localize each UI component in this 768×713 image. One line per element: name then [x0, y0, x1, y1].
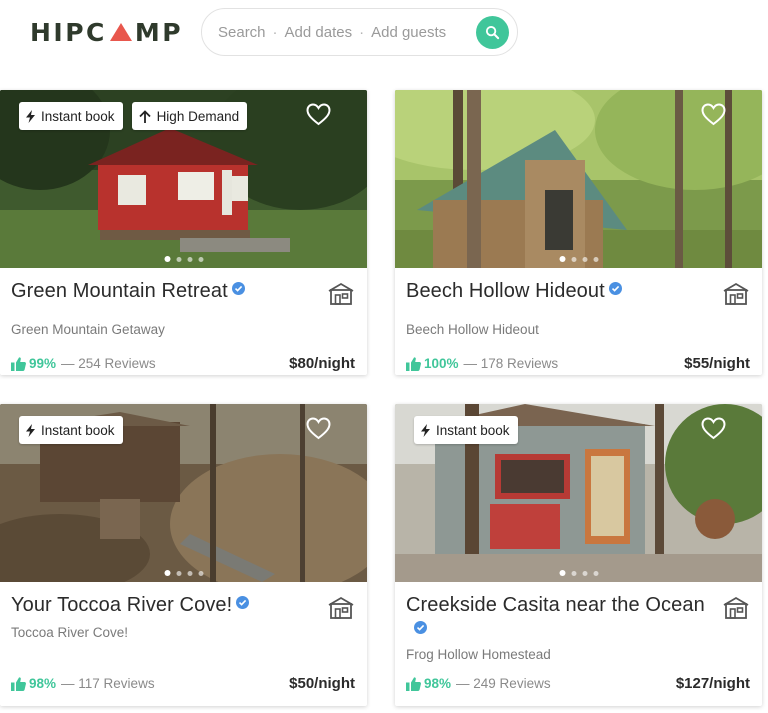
- badge-row: Instant book High Demand: [19, 102, 248, 130]
- rating-percent: 98%: [424, 676, 452, 691]
- listing-card[interactable]: Instant book Creekside Casita near the O…: [395, 404, 762, 706]
- price-per-night: $50/night: [289, 675, 355, 692]
- heart-icon[interactable]: [701, 417, 726, 440]
- separator-dot: ·: [359, 23, 365, 41]
- thumbs-up-icon: [11, 676, 26, 691]
- listing-title[interactable]: Creekside Casita near the Ocean: [406, 594, 705, 617]
- cabin-type-icon: [723, 596, 749, 619]
- logo-text-left: HIPC: [30, 18, 107, 47]
- search-button[interactable]: [476, 16, 509, 49]
- instant-book-badge: Instant book: [19, 102, 123, 130]
- review-count[interactable]: — 249 Reviews: [456, 676, 551, 691]
- listing-subtitle: Frog Hollow Homestead: [406, 647, 551, 662]
- header: HIPC MP Search · Add dates · Add guests: [0, 0, 768, 66]
- badge-label: Instant book: [436, 422, 510, 438]
- rating-percent: 99%: [29, 356, 57, 371]
- search-icon: [485, 25, 500, 40]
- search-bar[interactable]: Search · Add dates · Add guests: [201, 8, 518, 56]
- badge-label: Instant book: [41, 422, 115, 438]
- logo-text-right: MP: [134, 18, 184, 47]
- search-field-label[interactable]: Search: [218, 24, 266, 41]
- listing-card[interactable]: Instant book High Demand Green Mountain …: [0, 90, 367, 375]
- rating-row: 99% — 254 Reviews: [11, 356, 156, 371]
- rating-row: 98% — 249 Reviews: [406, 676, 551, 691]
- listing-subtitle: Green Mountain Getaway: [11, 322, 165, 337]
- listing-title[interactable]: Your Toccoa River Cove!: [11, 594, 250, 617]
- verified-icon: [236, 596, 250, 609]
- lightning-icon: [26, 423, 35, 437]
- thumbs-up-icon: [406, 676, 421, 691]
- add-dates-field[interactable]: Add dates: [285, 24, 353, 41]
- listing-photo[interactable]: Instant book: [0, 404, 367, 582]
- thumbs-up-icon: [406, 356, 421, 371]
- badge-label: Instant book: [41, 108, 115, 124]
- price-per-night: $55/night: [684, 355, 750, 372]
- cabin-type-icon: [328, 282, 354, 305]
- badge-row: Instant book: [414, 416, 518, 444]
- carousel-dots: [164, 256, 203, 262]
- listing-card[interactable]: Instant book Your Toccoa River Cove! Toc…: [0, 404, 367, 706]
- logo-triangle-icon: [109, 22, 132, 41]
- verified-icon: [414, 621, 427, 634]
- listing-subtitle: Beech Hollow Hideout: [406, 322, 539, 337]
- price-per-night: $127/night: [675, 675, 750, 692]
- thumbs-up-icon: [11, 356, 26, 371]
- heart-icon[interactable]: [306, 103, 331, 126]
- lightning-icon: [421, 423, 430, 437]
- review-count[interactable]: — 254 Reviews: [61, 356, 156, 371]
- listing-photo[interactable]: Instant book High Demand: [0, 90, 367, 268]
- cabin-type-icon: [328, 596, 354, 619]
- heart-icon[interactable]: [701, 103, 726, 126]
- verified-icon: [231, 282, 245, 295]
- add-guests-field[interactable]: Add guests: [371, 24, 446, 41]
- separator-dot: ·: [272, 23, 278, 41]
- carousel-dots: [559, 256, 598, 262]
- high-demand-badge: High Demand: [131, 102, 248, 130]
- listing-title[interactable]: Beech Hollow Hideout: [406, 280, 622, 303]
- listing-title[interactable]: Green Mountain Retreat: [11, 280, 245, 303]
- cabin-type-icon: [723, 282, 749, 305]
- rating-row: 100% — 178 Reviews: [406, 356, 558, 371]
- instant-book-badge: Instant book: [414, 416, 518, 444]
- carousel-dots: [559, 570, 598, 576]
- instant-book-badge: Instant book: [19, 416, 123, 444]
- lightning-icon: [26, 109, 35, 123]
- review-count[interactable]: — 117 Reviews: [61, 676, 155, 691]
- badge-label: High Demand: [156, 108, 240, 124]
- listing-photo[interactable]: Instant book: [395, 404, 762, 582]
- verified-icon: [608, 282, 622, 295]
- listing-photo[interactable]: [395, 90, 762, 268]
- badge-row: Instant book: [19, 416, 123, 444]
- price-per-night: $80/night: [289, 355, 355, 372]
- carousel-dots: [164, 570, 203, 576]
- review-count[interactable]: — 178 Reviews: [464, 356, 559, 371]
- listing-card[interactable]: Beech Hollow Hideout Beech Hollow Hideou…: [395, 90, 762, 375]
- listing-subtitle: Toccoa River Cove!: [11, 625, 129, 640]
- heart-icon[interactable]: [306, 417, 331, 440]
- hipcamp-logo[interactable]: HIPC MP: [30, 18, 183, 47]
- rating-row: 98% — 117 Reviews: [11, 676, 155, 691]
- rating-percent: 100%: [424, 356, 459, 371]
- rating-percent: 98%: [29, 676, 57, 691]
- arrow-up-icon: [138, 109, 151, 123]
